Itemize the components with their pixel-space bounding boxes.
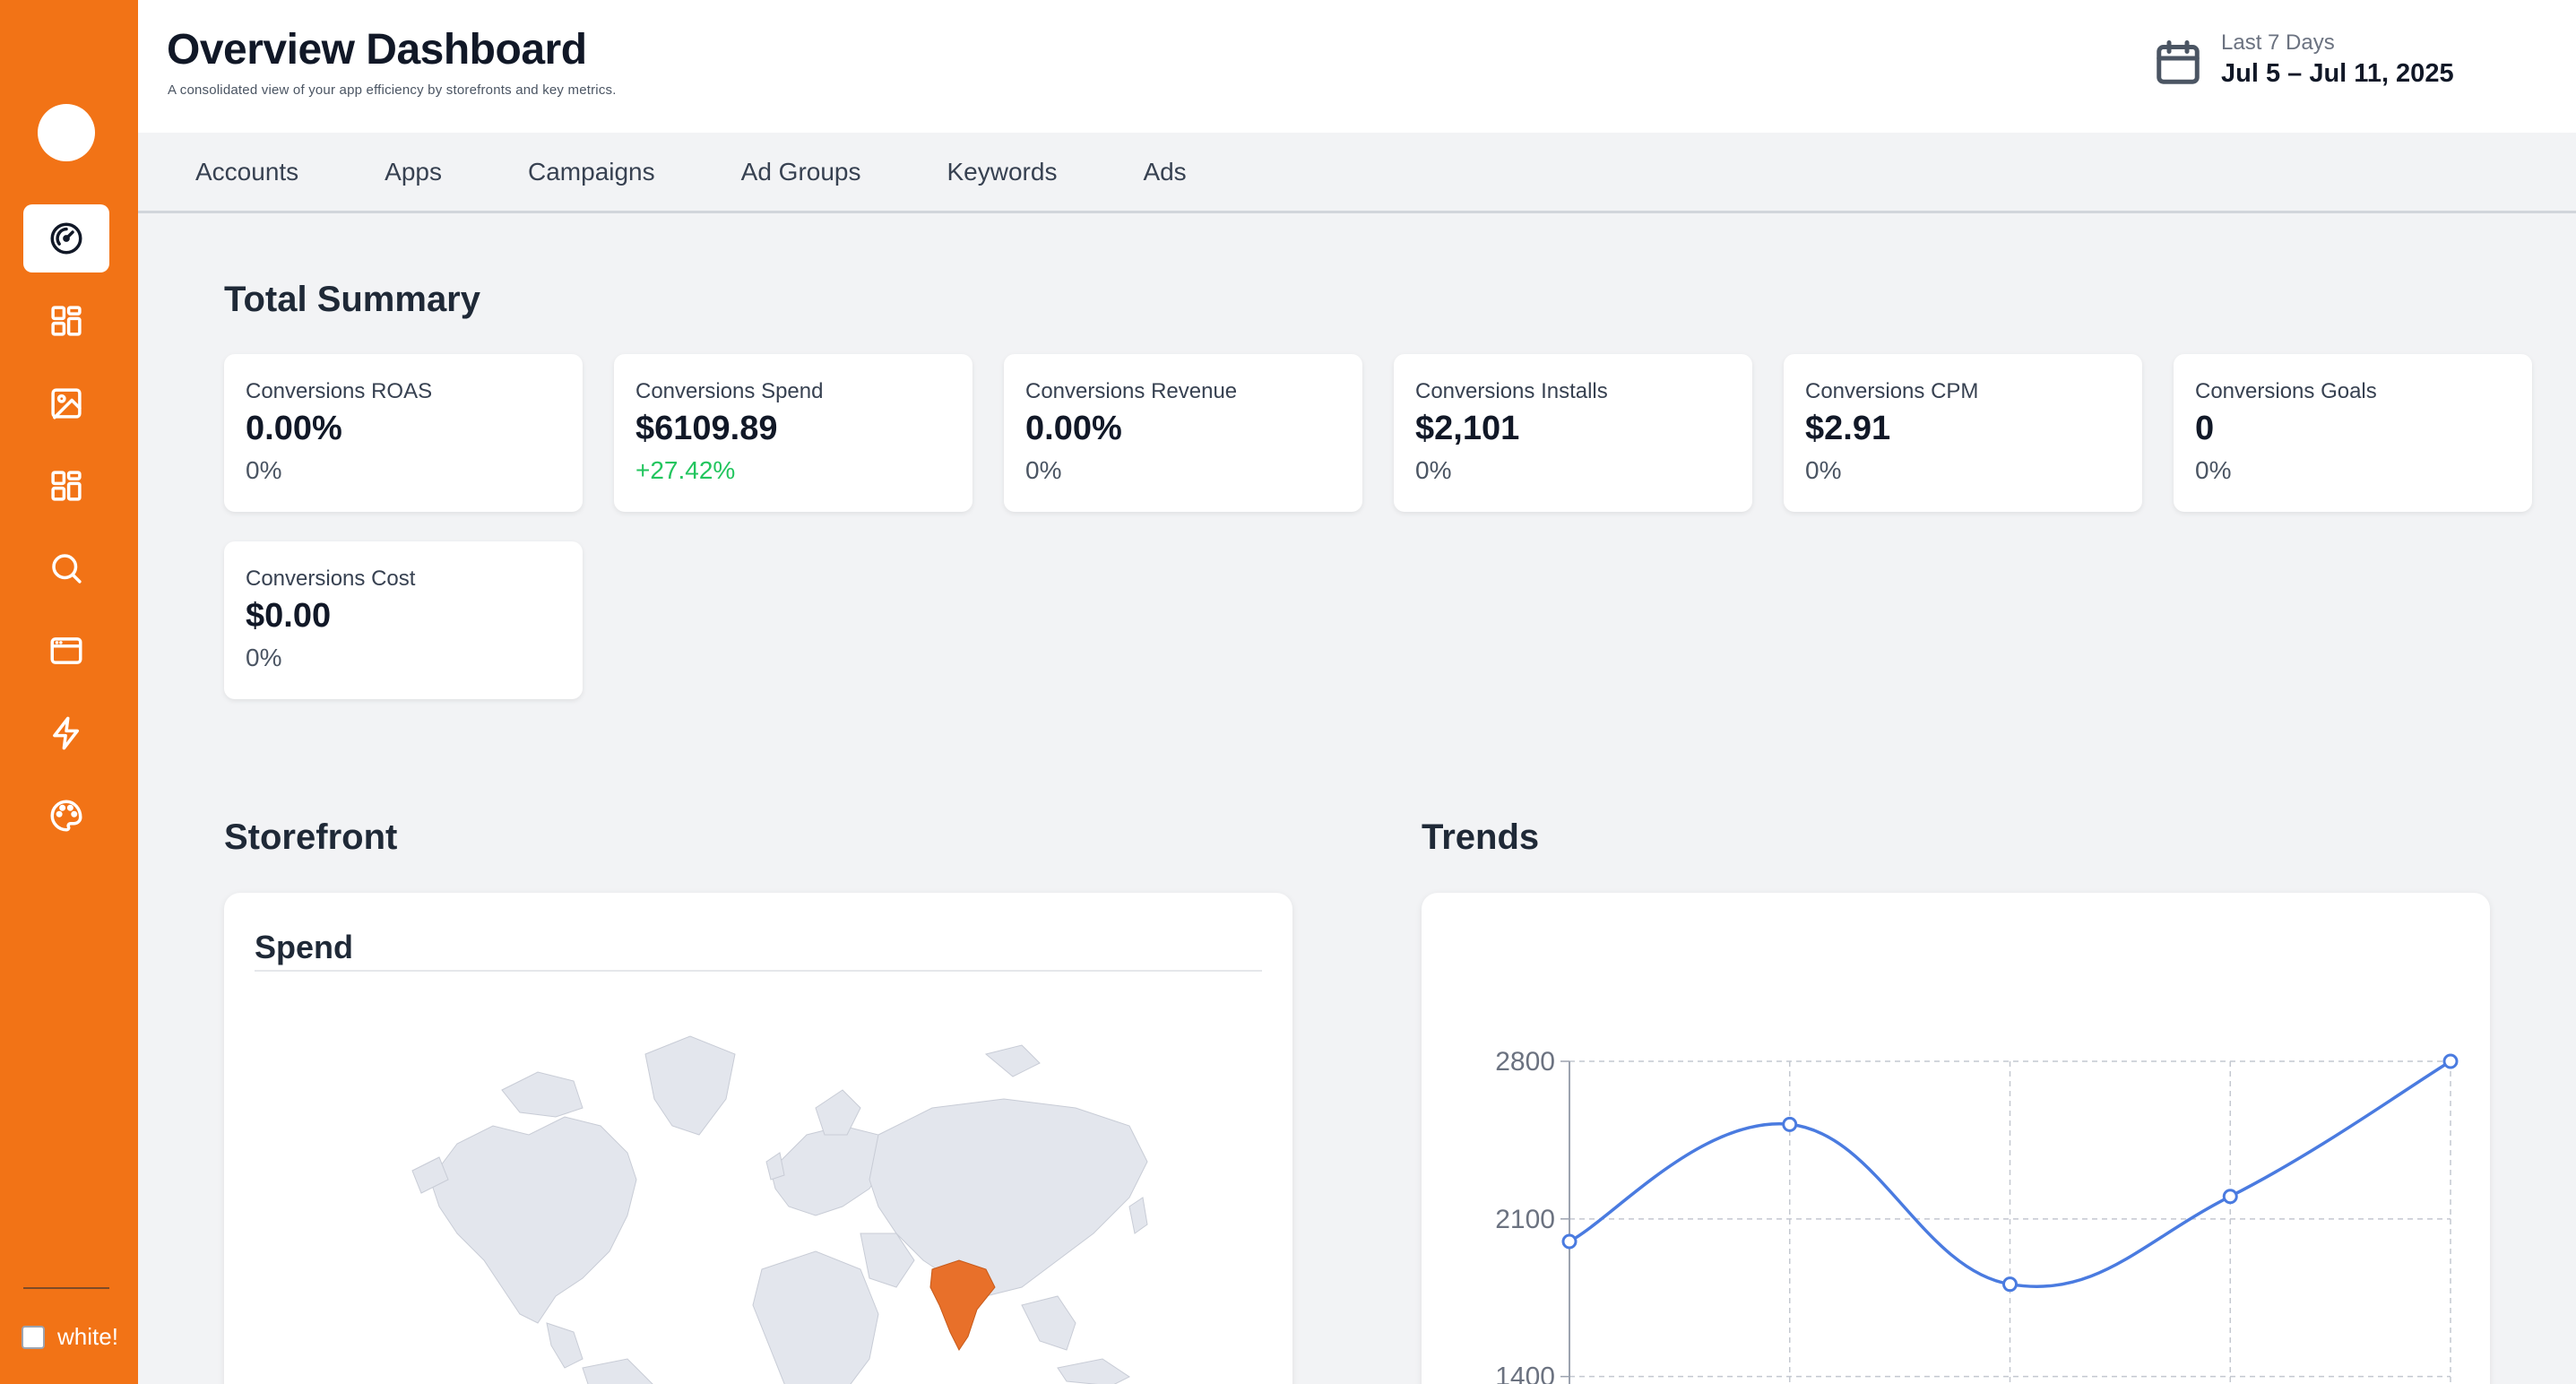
card-conversions-spend[interactable]: Conversions Spend $6109.89 +27.42% xyxy=(614,354,972,512)
sidebar-item-search[interactable] xyxy=(23,534,109,602)
card-delta: 0% xyxy=(2195,456,2232,484)
card-label: Conversions ROAS xyxy=(246,379,433,403)
card-conversions-cpm[interactable]: Conversions CPM $2.91 0% xyxy=(1784,354,2142,512)
card-value: $6109.89 xyxy=(635,410,778,447)
card-delta: 0% xyxy=(246,644,282,671)
card-label: Conversions Cost xyxy=(246,567,416,591)
header: Overview Dashboard A consolidated view o… xyxy=(138,0,2576,133)
grid-icon xyxy=(51,471,82,501)
map-region-india xyxy=(929,1259,996,1351)
sidebar-item-apps[interactable] xyxy=(23,287,109,355)
sidebar-divider xyxy=(23,1287,109,1289)
white-theme-toggle[interactable]: white! xyxy=(22,1323,118,1351)
card-conversions-cost[interactable]: Conversions Cost $0.00 0% xyxy=(224,541,583,699)
tab-apps[interactable]: Apps xyxy=(385,158,442,186)
data-point xyxy=(2002,1276,2018,1293)
image-icon xyxy=(51,388,82,420)
map-region-japan xyxy=(1128,1197,1148,1234)
sidebar-item-creatives[interactable] xyxy=(23,369,109,437)
world-map[interactable] xyxy=(359,1000,1165,1384)
card-conversions-roas[interactable]: Conversions ROAS 0.00% 0% xyxy=(224,354,583,512)
map-region-scandinavia xyxy=(815,1089,861,1136)
y-tick-label: 1400 xyxy=(1495,1362,1555,1384)
sidebar-item-dashboard[interactable] xyxy=(23,204,109,272)
map-region-arctic-islands xyxy=(984,1044,1041,1077)
avatar[interactable] xyxy=(38,104,95,161)
map-region-north-america xyxy=(429,1116,637,1324)
sidebar-item-theme[interactable] xyxy=(23,782,109,850)
grid-icon xyxy=(51,306,82,336)
tab-ads[interactable]: Ads xyxy=(1143,158,1186,186)
map-region-indonesia xyxy=(1057,1358,1130,1384)
storefront-panel: Spend xyxy=(224,893,1292,1384)
date-range-label[interactable]: Last 7 Days xyxy=(2221,30,2335,56)
sidebar-item-automation[interactable] xyxy=(23,699,109,767)
total-summary-title: Total Summary xyxy=(224,280,480,319)
card-conversions-goals[interactable]: Conversions Goals 0 0% xyxy=(2174,354,2532,512)
map-region-europe xyxy=(770,1125,888,1216)
date-range-value[interactable]: Jul 5 – Jul 11, 2025 xyxy=(2221,59,2454,89)
map-region-south-america xyxy=(582,1358,653,1384)
trends-panel: 2800 2100 1400 xyxy=(1422,893,2490,1384)
data-point xyxy=(1561,1233,1578,1250)
data-point xyxy=(2222,1189,2238,1205)
map-region-greenland xyxy=(644,1035,736,1136)
tab-campaigns[interactable]: Campaigns xyxy=(528,158,655,186)
card-delta: 0% xyxy=(1415,456,1452,484)
tab-accounts[interactable]: Accounts xyxy=(195,158,298,186)
sidebar: white! xyxy=(0,0,138,1384)
card-label: Conversions Spend xyxy=(635,379,824,403)
card-label: Conversions Goals xyxy=(2195,379,2377,403)
card-label: Conversions CPM xyxy=(1805,379,1979,403)
trends-line-chart[interactable]: 2800 2100 1400 xyxy=(1422,893,2490,1384)
card-delta: 0% xyxy=(1025,456,1062,484)
card-conversions-revenue[interactable]: Conversions Revenue 0.00% 0% xyxy=(1004,354,1362,512)
data-point xyxy=(1782,1116,1798,1132)
card-value: 0 xyxy=(2195,410,2215,447)
spend-panel-title: Spend xyxy=(255,929,354,965)
card-value: 0.00% xyxy=(1025,410,1122,447)
card-conversions-installs[interactable]: Conversions Installs $2,101 0% xyxy=(1394,354,1752,512)
storefront-title: Storefront xyxy=(224,817,398,857)
card-label: Conversions Revenue xyxy=(1025,379,1238,403)
map-region-southeast-asia xyxy=(1021,1295,1076,1351)
gauge-icon xyxy=(50,222,82,255)
card-delta: 0% xyxy=(1805,456,1842,484)
page-title: Overview Dashboard xyxy=(167,26,587,74)
data-point xyxy=(2442,1053,2459,1069)
checkbox[interactable] xyxy=(22,1325,45,1349)
map-region-asia xyxy=(869,1098,1148,1297)
card-value: $2.91 xyxy=(1805,410,1891,447)
search-icon xyxy=(52,554,82,584)
page-subtitle: A consolidated view of your app efficien… xyxy=(168,82,617,98)
map-region-central-america xyxy=(546,1322,583,1369)
sidebar-item-layouts[interactable] xyxy=(23,452,109,520)
tab-ad-groups[interactable]: Ad Groups xyxy=(741,158,861,186)
panel-divider xyxy=(255,970,1262,972)
lightning-icon xyxy=(53,716,79,750)
card-delta: 0% xyxy=(246,456,282,484)
card-value: $0.00 xyxy=(246,597,332,635)
card-label: Conversions Installs xyxy=(1415,379,1608,403)
tab-bar: Accounts Apps Campaigns Ad Groups Keywor… xyxy=(138,133,2576,213)
trends-title: Trends xyxy=(1422,817,1540,857)
card-value: 0.00% xyxy=(246,410,342,447)
browser-window-icon xyxy=(50,637,82,664)
map-region-africa xyxy=(752,1250,879,1384)
card-value: $2,101 xyxy=(1415,410,1520,447)
calendar-icon[interactable] xyxy=(2151,36,2205,90)
tab-keywords[interactable]: Keywords xyxy=(947,158,1058,186)
sidebar-item-windows[interactable] xyxy=(23,617,109,685)
card-delta: +27.42% xyxy=(635,456,736,484)
palette-icon xyxy=(50,800,82,832)
toggle-label: white! xyxy=(57,1323,118,1350)
map-region-uk xyxy=(765,1152,785,1181)
y-tick-label: 2800 xyxy=(1495,1047,1555,1077)
y-tick-label: 2100 xyxy=(1495,1205,1555,1234)
map-region-canadian-archipelago xyxy=(501,1071,583,1118)
